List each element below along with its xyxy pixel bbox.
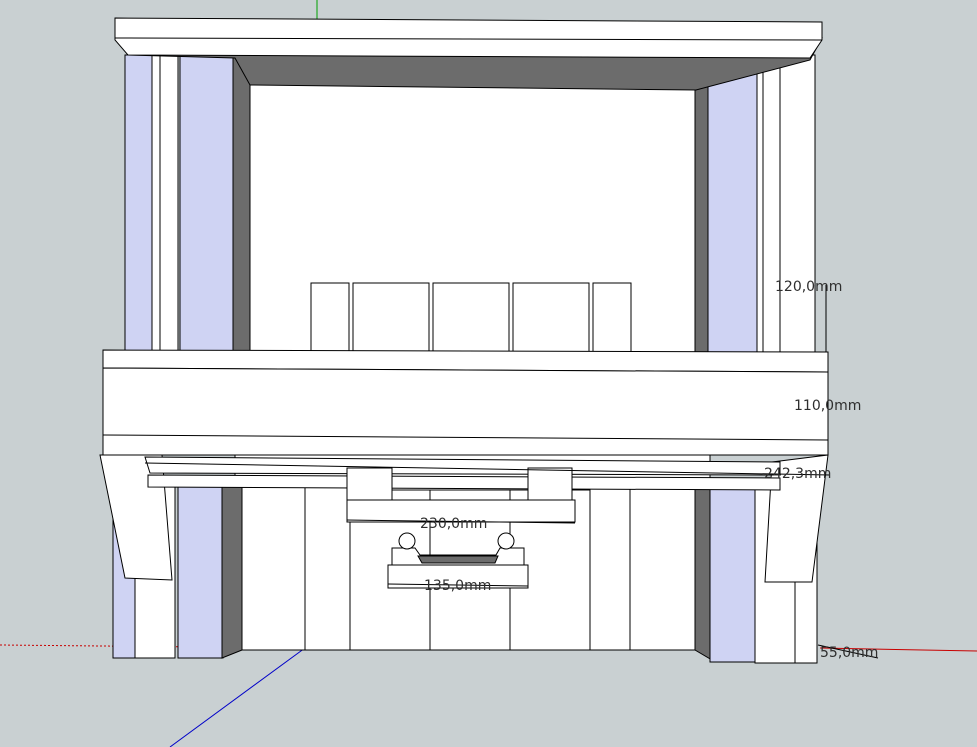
dimension-label-110: 110,0mm — [794, 398, 862, 414]
left-column-front — [179, 54, 236, 356]
nut-lobe-left — [398, 532, 416, 550]
dimension-label-120: 120,0mm — [775, 279, 843, 295]
left-column-strip-2 — [159, 46, 179, 356]
nut-lobe-right — [497, 532, 515, 550]
block-1 — [310, 282, 350, 354]
blue-axis — [169, 647, 306, 747]
dimension-label-55: 55,0mm — [820, 645, 879, 661]
block-4 — [512, 282, 590, 354]
rail — [147, 474, 781, 491]
balcony-front — [102, 367, 829, 456]
lower-left-column-shadow — [221, 479, 243, 659]
model-canvas[interactable] — [0, 0, 977, 747]
dimension-label-242: 242,3mm — [764, 466, 832, 482]
dimension-label-135: 135,0mm — [424, 578, 492, 594]
right-column-strip-3 — [779, 54, 816, 356]
nut-channel-shadow — [417, 555, 499, 564]
carriage-block-left — [346, 467, 393, 503]
lower-panel-left-back — [239, 484, 306, 651]
right-column-strip-2 — [762, 49, 782, 356]
block-2 — [352, 282, 430, 354]
right-column-front — [707, 57, 759, 356]
lower-panel-left — [304, 484, 351, 651]
lower-right-column-shadow — [694, 479, 713, 661]
left-bracket — [99, 454, 173, 581]
lower-left-column-front — [177, 484, 224, 659]
left-column-back — [124, 54, 156, 356]
block-5 — [592, 282, 632, 354]
block-3 — [432, 282, 510, 354]
dimension-label-230: 230,0mm — [420, 516, 488, 532]
lower-panel-right-back — [629, 487, 696, 651]
model-viewport[interactable]: 120,0mm 110,0mm 242,3mm 230,0mm 135,0mm … — [0, 0, 977, 747]
carriage-block-right — [527, 467, 573, 503]
left-column-shadow — [232, 53, 251, 356]
lower-right-column-front — [709, 484, 756, 663]
lower-panel-right — [589, 487, 631, 651]
